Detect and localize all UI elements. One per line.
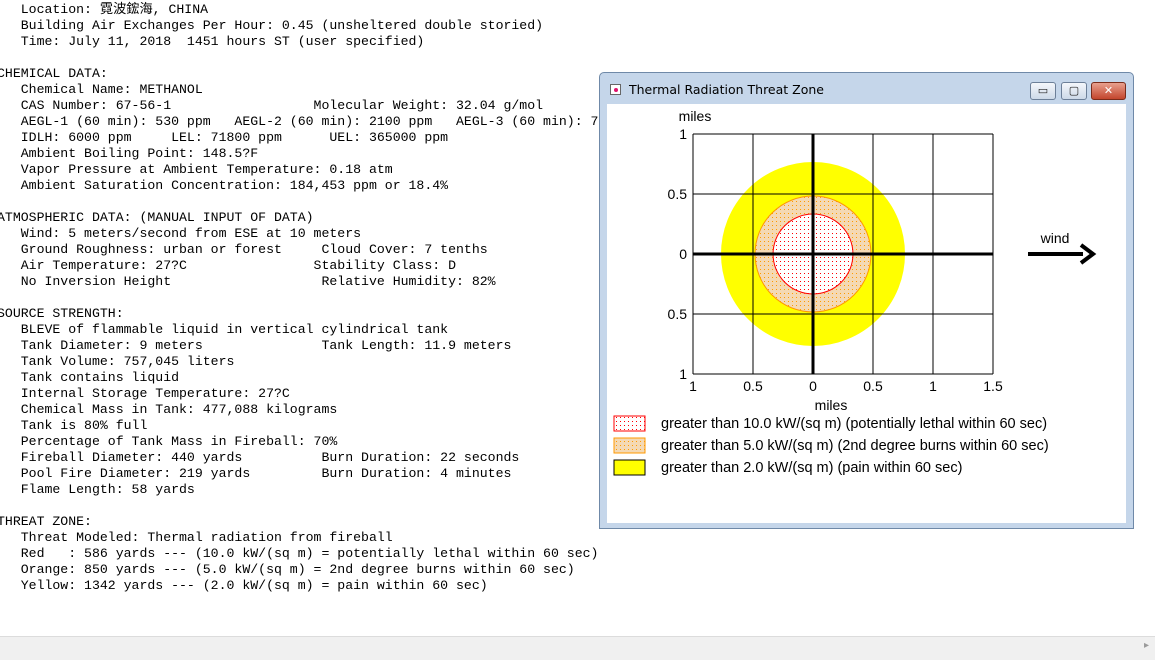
y-tick-label: 0.5 — [668, 186, 688, 202]
report-line — [0, 194, 606, 210]
threat-zone-window[interactable]: Thermal Radiation Threat Zone ▭ ▢ ✕ 1 0.5… — [599, 72, 1134, 529]
report-line — [0, 290, 606, 306]
report-line: Flame Length: 58 yards — [0, 482, 195, 497]
x-tick-label: 0.5 — [863, 378, 883, 394]
legend-label: greater than 10.0 kW/(sq m) (potentially… — [661, 416, 1047, 432]
report-line: Pool Fire Diameter: 219 yards Burn Durat… — [0, 466, 512, 481]
x-tick-label: 0 — [809, 378, 817, 394]
report-line: Vapor Pressure at Ambient Temperature: 0… — [0, 162, 393, 177]
report-line: Ambient Boiling Point: 148.5?F — [0, 146, 259, 161]
horizontal-scrollbar[interactable]: ▸ — [0, 636, 1155, 660]
report-line: Tank Volume: 757,045 liters — [0, 354, 235, 369]
legend-swatch-solid — [613, 459, 646, 476]
legend-label: greater than 5.0 kW/(sq m) (2nd degree b… — [661, 438, 1049, 454]
maximize-button[interactable]: ▢ — [1061, 82, 1087, 100]
legend-label: greater than 2.0 kW/(sq m) (pain within … — [661, 460, 962, 476]
window-titlebar[interactable]: Thermal Radiation Threat Zone ▭ ▢ ✕ — [600, 73, 1133, 103]
close-button[interactable]: ✕ — [1091, 82, 1126, 100]
report-line: Wind: 5 meters/second from ESE at 10 met… — [0, 226, 362, 241]
report-line: Orange: 850 yards --- (5.0 kW/(sq m) = 2… — [0, 562, 575, 577]
report-line: SOURCE STRENGTH: — [0, 306, 124, 321]
report-line: Chemical Mass in Tank: 477,088 kilograms — [0, 402, 338, 417]
report-line: Red : 586 yards --- (10.0 kW/(sq m) = po… — [0, 546, 599, 561]
report-line — [0, 50, 606, 66]
minimize-button[interactable]: ▭ — [1030, 82, 1056, 100]
y-tick-label: 0 — [679, 246, 687, 262]
wind-label: wind — [1040, 230, 1070, 246]
report-line: Tank is 80% full — [0, 418, 148, 433]
threat-zone-plot-area: 1 0.5 0 0.5 1 1.5 1 0.5 0 0.5 1 miles miles wind great… — [607, 104, 1126, 523]
report-line: Building Air Exchanges Per Hour: 0.45 (u… — [0, 18, 544, 33]
report-line: Yellow: 1342 yards --- (2.0 kW/(sq m) = … — [0, 578, 488, 593]
x-axis-unit-label: miles — [815, 397, 848, 413]
report-line: Chemical Name: METHANOL — [0, 82, 203, 97]
x-tick-label: 1 — [929, 378, 937, 394]
window-title: Thermal Radiation Threat Zone — [629, 82, 824, 97]
report-line: IDLH: 6000 ppm LEL: 71800 ppm UEL: 36500… — [0, 130, 449, 145]
report-line — [0, 498, 606, 514]
report-line: CAS Number: 67-56-1 Molecular Weight: 32… — [0, 98, 544, 113]
y-axis-unit-label: miles — [679, 108, 712, 124]
report-line: Air Temperature: 27?C Stability Class: D — [0, 258, 456, 273]
y-tick-label: 0.5 — [668, 306, 688, 322]
report-line: Fireball Diameter: 440 yards Burn Durati… — [0, 450, 520, 465]
x-tick-label: 1 — [689, 378, 697, 394]
x-tick-label: 1.5 — [983, 378, 1003, 394]
report-line: AEGL-1 (60 min): 530 ppm AEGL-2 (60 min)… — [0, 114, 607, 129]
y-tick-label: 1 — [679, 126, 687, 142]
legend-swatch-dots-orange — [613, 437, 646, 454]
report-line: Location: 霓波鋐海, CHINA — [0, 2, 209, 17]
report-line: Percentage of Tank Mass in Fireball: 70% — [0, 434, 338, 449]
y-tick-label: 1 — [679, 366, 687, 382]
app-window-icon — [610, 84, 621, 95]
scroll-right-arrow-icon[interactable]: ▸ — [1144, 640, 1149, 651]
report-line: Threat Modeled: Thermal radiation from f… — [0, 530, 393, 545]
legend-swatch-dots-red — [613, 415, 646, 432]
report-line: Ambient Saturation Concentration: 184,45… — [0, 178, 449, 193]
report-line: THREAT ZONE: — [0, 514, 92, 529]
x-tick-label: 0.5 — [743, 378, 763, 394]
report-line: CHEMICAL DATA: — [0, 66, 108, 81]
report-line: ATMOSPHERIC DATA: (MANUAL INPUT OF DATA) — [0, 210, 314, 225]
threat-zone-chart: 1 0.5 0 0.5 1 1.5 1 0.5 0 0.5 1 miles miles wind great… — [613, 108, 1097, 476]
report-line: Ground Roughness: urban or forest Cloud … — [0, 242, 488, 257]
report-text: Location: 霓波鋐海, CHINA Building Air Excha… — [0, 2, 606, 594]
report-line: No Inversion Height Relative Humidity: 8… — [0, 274, 496, 289]
report-line: Internal Storage Temperature: 27?C — [0, 386, 290, 401]
report-line: Tank contains liquid — [0, 370, 180, 385]
report-line: Time: July 11, 2018 1451 hours ST (user … — [0, 34, 425, 49]
report-line: Tank Diameter: 9 meters Tank Length: 11.… — [0, 338, 512, 353]
report-line: BLEVE of flammable liquid in vertical cy… — [0, 322, 449, 337]
